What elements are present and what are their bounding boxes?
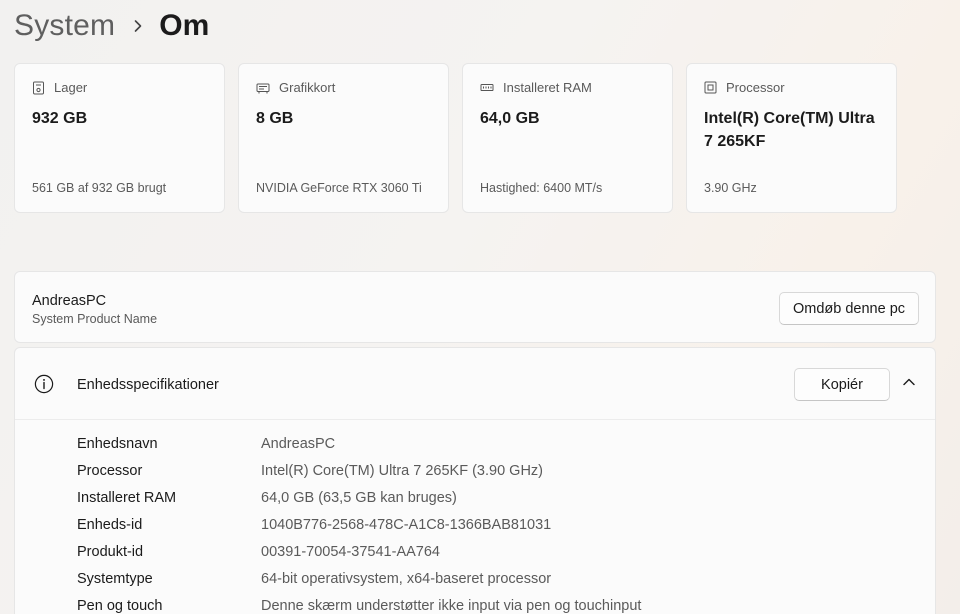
spec-value: 1040B776-2568-478C-A1C8-1366BAB81031	[261, 516, 552, 533]
storage-icon	[32, 81, 45, 95]
graphics-card-icon	[256, 82, 270, 94]
device-specifications-header[interactable]: Enhedsspecifikationer Kopiér	[15, 348, 935, 420]
spec-key: Enhedsnavn	[77, 435, 158, 452]
spec-key: Processor	[77, 462, 143, 479]
device-specifications-panel: Enhedsspecifikationer Kopiér Enhedsnavn …	[14, 347, 936, 614]
spec-value: Intel(R) Core(TM) Ultra 7 265KF (3.90 GH…	[261, 462, 544, 479]
device-name: AndreasPC	[32, 293, 107, 309]
spec-row: Systemtype 64-bit operativsystem, x64-ba…	[77, 565, 641, 592]
card-label: Grafikkort	[279, 80, 336, 95]
chevron-right-icon	[133, 19, 143, 33]
card-value: 932 GB	[32, 110, 88, 127]
card-subtext: 561 GB af 932 GB brugt	[32, 181, 167, 195]
card-subtext: NVIDIA GeForce RTX 3060 Ti	[256, 181, 422, 195]
device-name-panel: AndreasPC System Product Name Omdøb denn…	[14, 271, 936, 343]
spec-row: Produkt-id 00391-70054-37541-AA764	[77, 538, 641, 565]
spec-row: Pen og touch Denne skærm understøtter ik…	[77, 592, 641, 614]
device-specifications-title: Enhedsspecifikationer	[77, 377, 219, 393]
summary-cards: Lager 932 GB 561 GB af 932 GB brugt Graf…	[14, 63, 897, 213]
spec-key: Systemtype	[77, 570, 153, 587]
breadcrumb: System Om	[14, 6, 209, 46]
spec-value: Denne skærm understøtter ikke input via …	[261, 597, 642, 614]
ram-icon	[480, 83, 494, 93]
card-storage[interactable]: Lager 932 GB 561 GB af 932 GB brugt	[14, 63, 225, 213]
card-ram[interactable]: Installeret RAM 64,0 GB Hastighed: 6400 …	[462, 63, 673, 213]
card-subtext: 3.90 GHz	[704, 181, 757, 195]
info-icon	[34, 374, 54, 394]
breadcrumb-system-link[interactable]: System	[14, 9, 115, 43]
card-value: 8 GB	[256, 110, 294, 127]
spec-key: Enheds-id	[77, 516, 143, 533]
spec-value: 64,0 GB (63,5 GB kan bruges)	[261, 489, 457, 506]
card-processor[interactable]: Processor Intel(R) Core(TM) Ultra 7 265K…	[686, 63, 897, 213]
card-subtext: Hastighed: 6400 MT/s	[480, 181, 603, 195]
card-graphics[interactable]: Grafikkort 8 GB NVIDIA GeForce RTX 3060 …	[238, 63, 449, 213]
spec-value: 00391-70054-37541-AA764	[261, 543, 440, 560]
spec-row: Installeret RAM 64,0 GB (63,5 GB kan bru…	[77, 484, 641, 511]
card-label: Lager	[54, 80, 88, 95]
spec-key: Pen og touch	[77, 597, 163, 614]
copy-button[interactable]: Kopiér	[794, 368, 890, 401]
device-product-name: System Product Name	[32, 312, 158, 326]
spec-value: AndreasPC	[261, 435, 336, 452]
spec-key: Produkt-id	[77, 543, 144, 560]
card-value: Intel(R) Core(TM) Ultra 7 265KF	[704, 110, 875, 150]
spec-row: Processor Intel(R) Core(TM) Ultra 7 265K…	[77, 457, 641, 484]
spec-key: Installeret RAM	[77, 489, 177, 506]
processor-icon	[704, 81, 717, 94]
specifications-list: Enhedsnavn AndreasPC Processor Intel(R) …	[77, 430, 641, 614]
card-label: Processor	[726, 80, 785, 95]
page-title: Om	[159, 9, 210, 42]
rename-pc-button[interactable]: Omdøb denne pc	[779, 292, 919, 325]
card-label: Installeret RAM	[503, 80, 592, 95]
chevron-up-icon[interactable]	[902, 377, 916, 387]
spec-row: Enheds-id 1040B776-2568-478C-A1C8-1366BA…	[77, 511, 641, 538]
card-value: 64,0 GB	[480, 110, 540, 127]
spec-value: 64-bit operativsystem, x64-baseret proce…	[261, 570, 552, 587]
spec-row: Enhedsnavn AndreasPC	[77, 430, 641, 457]
